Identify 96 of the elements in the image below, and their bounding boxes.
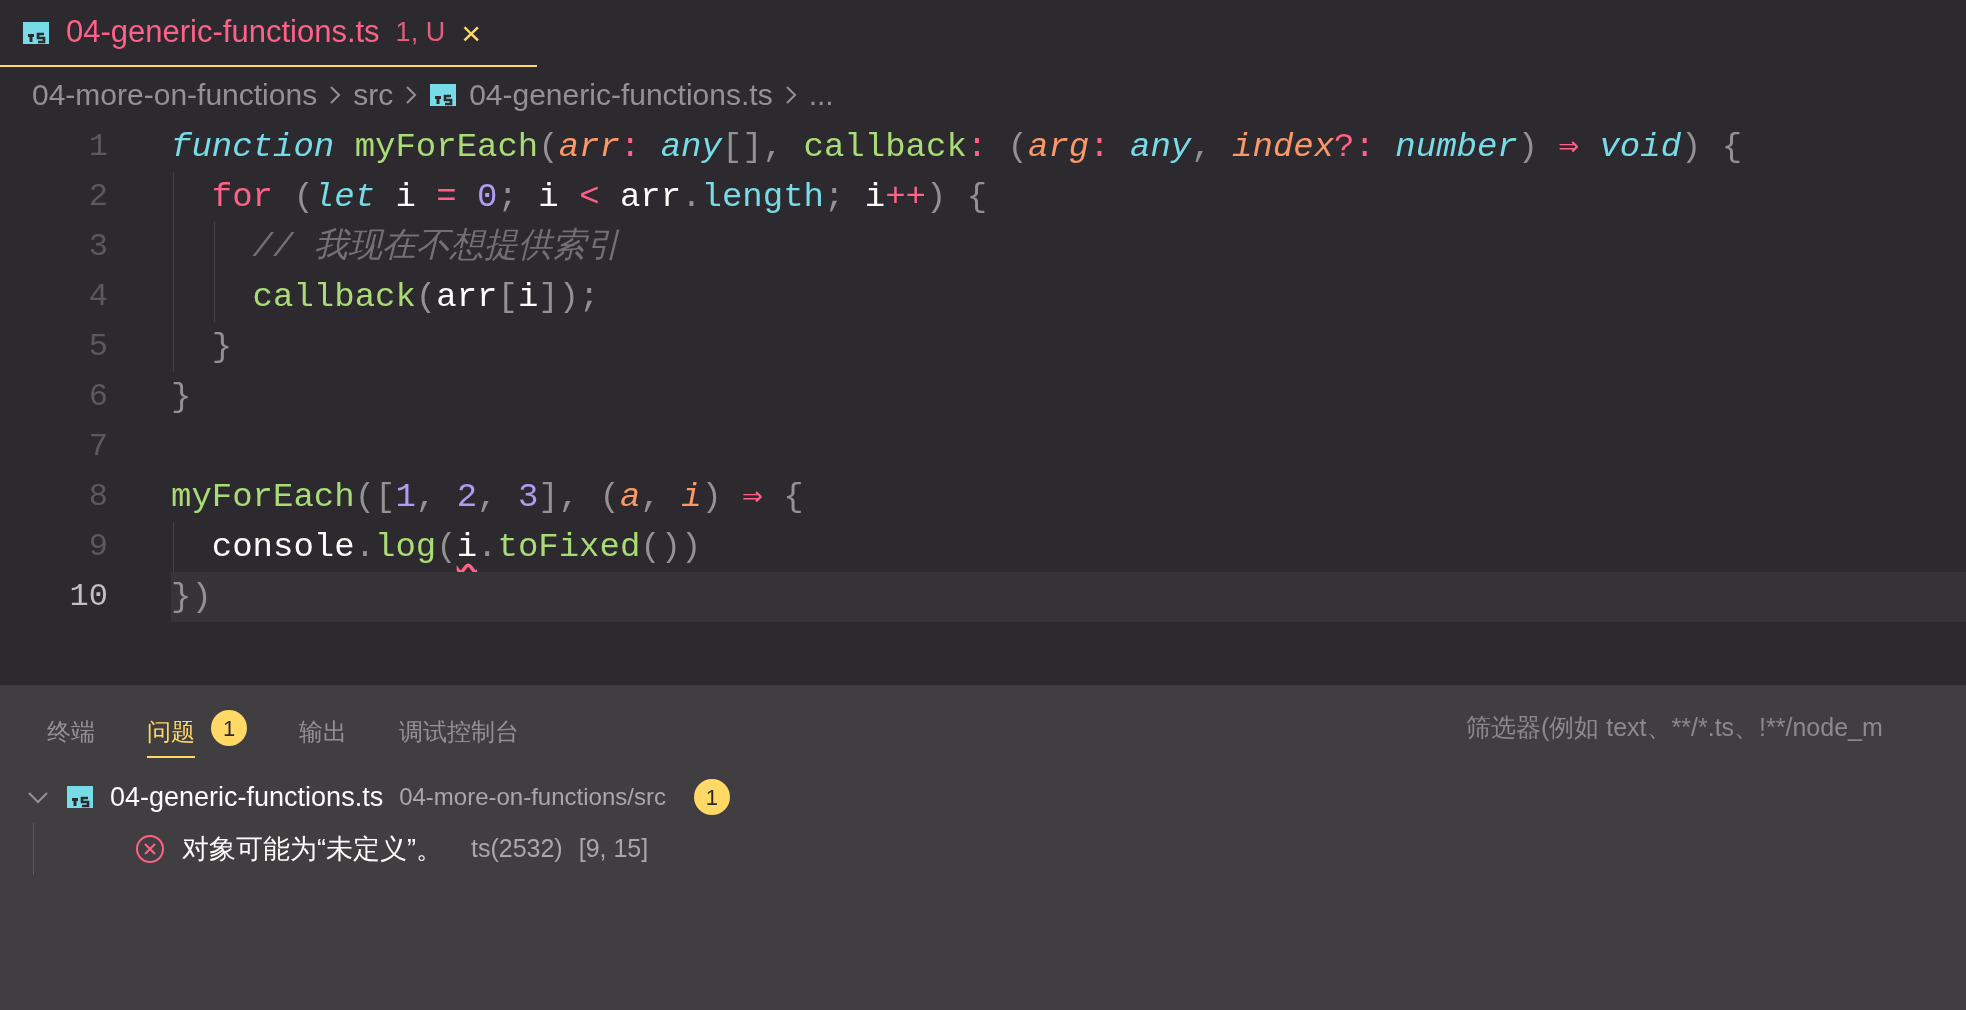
code-token: .: [477, 526, 498, 568]
code-token: callback: [803, 126, 967, 168]
code-token: .: [681, 176, 702, 218]
code-token: index: [1232, 126, 1335, 168]
code-token: console: [210, 526, 355, 568]
code-token: myForEach: [171, 476, 355, 518]
code-token: i: [864, 176, 886, 218]
code-token: number: [1395, 126, 1518, 168]
code-token: ⇒: [1558, 126, 1581, 168]
code-token: .: [354, 526, 376, 568]
code-token: ]);: [538, 276, 600, 318]
code-token: {: [783, 476, 804, 518]
code-token: :: [1089, 126, 1111, 168]
code-token: log: [375, 526, 437, 568]
code-token: ()): [640, 526, 702, 568]
count-badge: 1: [693, 779, 730, 815]
code-token: 1: [395, 476, 416, 518]
chevron-right-icon: [329, 84, 342, 105]
code-token: a: [619, 476, 641, 518]
code-token: myForEach: [354, 126, 539, 168]
code-token: arg: [1028, 126, 1090, 168]
code-token: ,: [415, 476, 438, 518]
code-token: any: [1130, 126, 1192, 168]
error-message[interactable]: 对象可能为“未定义”。: [182, 828, 443, 870]
code-token: (: [436, 526, 457, 568]
panel-tab[interactable]: 调试控制台: [399, 708, 519, 758]
chevron-right-icon: [405, 84, 418, 105]
panel-tab[interactable]: 终端: [47, 708, 95, 758]
code-token: any: [660, 126, 722, 168]
code-token: toFixed: [497, 526, 641, 568]
code-token: [],: [721, 126, 785, 168]
code-token: }): [171, 576, 212, 618]
code-token: ): [1517, 126, 1540, 168]
error-code: ts(2532): [471, 833, 563, 865]
code-token: ;: [824, 176, 846, 218]
tab-title: 04-generic-functions.ts: [66, 13, 380, 52]
code-token: <: [579, 176, 601, 218]
code-token: :: [966, 126, 989, 168]
breadcrumb-item[interactable]: src: [353, 72, 394, 117]
code-token: ?:: [1334, 126, 1376, 168]
code-token: for: [210, 176, 274, 218]
code-token: ,: [640, 476, 662, 518]
code-token: void: [1599, 126, 1682, 168]
error-position: [9, 15]: [578, 833, 649, 865]
typescript-file-icon: [66, 785, 94, 809]
code-token: arr: [436, 276, 498, 318]
code-token: :: [619, 126, 642, 168]
tab-status: 1, U: [395, 16, 446, 50]
code-token: arr: [558, 126, 620, 168]
code-token: i: [681, 476, 702, 518]
code-token: ,: [477, 476, 499, 518]
code-token: ⇒: [742, 476, 764, 518]
panel-tab[interactable]: 问题: [147, 708, 195, 758]
filter-field[interactable]: 筛选器(例如 text、**/*.ts、!**/node_m: [1466, 709, 1966, 747]
code-token: ) {: [926, 176, 988, 218]
typescript-file-icon: [22, 20, 50, 45]
error-token: i: [456, 526, 478, 568]
code-token: 0: [477, 176, 498, 218]
line-number: 10: [68, 577, 108, 617]
breadcrumb-item[interactable]: 04-generic-functions.ts: [469, 72, 773, 117]
code-token: ++: [885, 176, 926, 218]
panel-tab[interactable]: 输出: [299, 708, 347, 758]
code-token: 2: [456, 476, 478, 518]
code-token: (: [538, 126, 559, 168]
error-icon: [134, 833, 166, 865]
code-token: }: [171, 376, 192, 418]
code-token: ) {: [1681, 126, 1743, 168]
code-token: // 我现在不想提供索引: [251, 226, 620, 268]
code-token: let: [313, 176, 376, 218]
code-token: ], (: [538, 476, 620, 518]
file-name[interactable]: 04-generic-functions.ts: [110, 776, 384, 818]
code-token: function: [171, 126, 336, 168]
code-token: }: [210, 326, 233, 368]
code-token: =: [436, 176, 458, 218]
code-token: callback: [251, 276, 416, 318]
code-token: 3: [517, 476, 539, 518]
code-token: (: [415, 276, 437, 318]
code-token: ,: [1191, 126, 1213, 168]
close-button[interactable]: ×: [461, 15, 481, 50]
code-token: arr: [619, 176, 682, 218]
chevron-right-icon: [784, 84, 797, 105]
code-token: i: [517, 276, 539, 318]
file-path: 04-more-on-functions/src: [399, 782, 666, 812]
code-token: (: [1007, 126, 1028, 168]
code-token: ): [701, 476, 723, 518]
code-token: (: [292, 176, 314, 218]
breadcrumb-item[interactable]: ...: [808, 72, 834, 117]
code-token: i: [538, 176, 560, 218]
code-token: length: [701, 176, 824, 218]
count-badge: 1: [211, 710, 247, 746]
code-token: [: [497, 276, 518, 318]
code-token: ([: [354, 476, 396, 518]
breadcrumb-item[interactable]: 04-more-on-functions: [32, 72, 318, 117]
code-token: i: [394, 176, 417, 218]
typescript-file-icon: [429, 82, 458, 107]
code-token: ;: [497, 176, 519, 218]
